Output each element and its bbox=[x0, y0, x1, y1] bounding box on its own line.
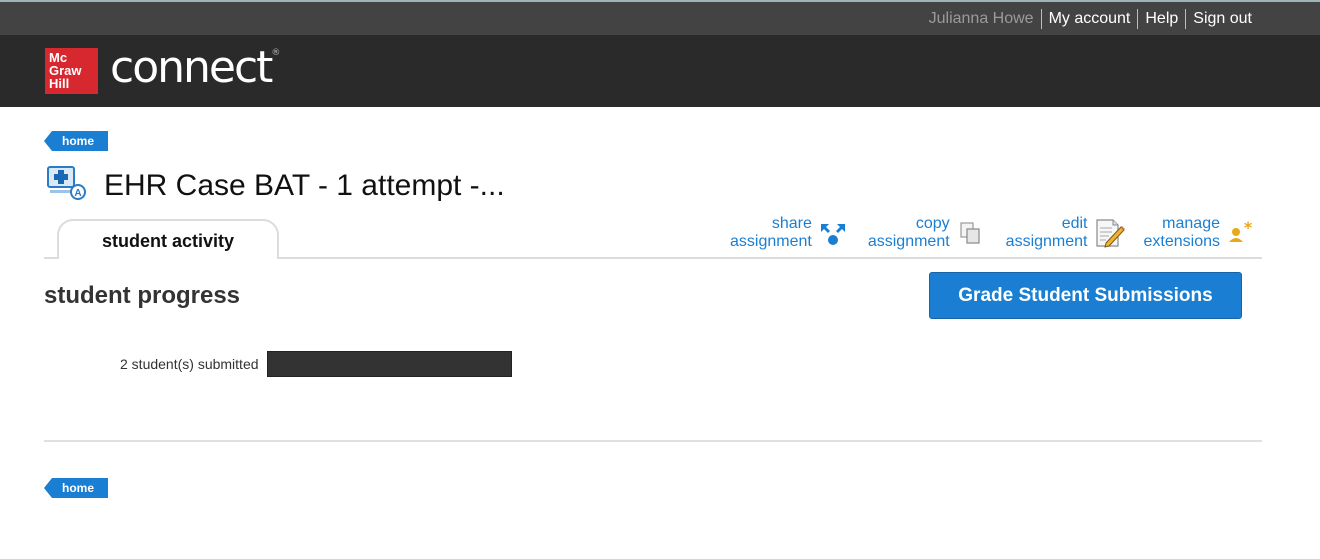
share-icon bbox=[816, 216, 850, 250]
assignment-actions: share assignment copy assignment edit assig… bbox=[712, 215, 1258, 251]
action-label: share bbox=[771, 215, 812, 232]
user-name: Julianna Howe bbox=[928, 10, 1034, 27]
home-label: home bbox=[52, 131, 109, 151]
action-label: edit bbox=[1061, 215, 1088, 232]
logo-line: Hill bbox=[49, 76, 70, 91]
divider bbox=[1137, 9, 1139, 29]
home-footer-link[interactable]: home bbox=[44, 478, 109, 498]
action-label: assignment bbox=[730, 233, 812, 250]
help-link[interactable]: Help bbox=[1145, 10, 1178, 28]
copy-icon bbox=[954, 216, 988, 250]
sign-out-link[interactable]: Sign out bbox=[1193, 10, 1252, 28]
tag-arrow-icon bbox=[44, 131, 52, 151]
connect-logo[interactable]: connect® bbox=[110, 42, 280, 93]
submitted-row: 2 student(s) submitted bbox=[120, 351, 512, 377]
divider bbox=[1185, 9, 1187, 29]
extensions-icon: * bbox=[1224, 216, 1258, 250]
copy-assignment-link[interactable]: copy assignment bbox=[868, 215, 988, 251]
registered-mark: ® bbox=[271, 48, 281, 58]
manage-extensions-link[interactable]: manage extensions * bbox=[1144, 215, 1259, 251]
action-label: manage bbox=[1162, 215, 1220, 232]
submitted-progress-bar[interactable] bbox=[266, 351, 512, 377]
home-label: home bbox=[52, 478, 109, 498]
edit-assignment-link[interactable]: edit assignment bbox=[1006, 215, 1126, 251]
edit-icon bbox=[1092, 216, 1126, 250]
section-divider bbox=[44, 440, 1262, 442]
tab-student-activity[interactable]: student activity bbox=[57, 219, 279, 259]
ehr-assignment-icon: A bbox=[46, 165, 88, 206]
utility-bar: Julianna Howe My account Help Sign out bbox=[0, 0, 1320, 35]
action-label: assignment bbox=[1005, 233, 1088, 250]
grade-student-submissions-button[interactable]: Grade Student Submissions bbox=[929, 272, 1242, 319]
page-title-row: A EHR Case BAT - 1 attempt -... bbox=[46, 165, 505, 206]
brand-bar: Mc Graw Hill connect® bbox=[0, 35, 1320, 107]
submitted-label: 2 student(s) submitted bbox=[120, 356, 259, 372]
action-label: extensions bbox=[1143, 233, 1221, 250]
my-account-link[interactable]: My account bbox=[1049, 10, 1131, 28]
tag-arrow-icon bbox=[44, 478, 52, 498]
svg-text:A: A bbox=[74, 188, 81, 199]
share-assignment-link[interactable]: share assignment bbox=[730, 215, 850, 251]
divider bbox=[1040, 9, 1042, 29]
page-title: EHR Case BAT - 1 attempt -... bbox=[104, 168, 505, 202]
action-label: assignment bbox=[867, 233, 950, 250]
product-name: connect bbox=[110, 42, 273, 93]
student-progress-heading: student progress bbox=[44, 282, 241, 309]
account-links: Julianna Howe My account Help Sign out bbox=[929, 9, 1252, 29]
action-label: copy bbox=[915, 215, 950, 232]
mcgraw-hill-logo[interactable]: Mc Graw Hill bbox=[45, 48, 98, 94]
home-breadcrumb[interactable]: home bbox=[44, 131, 109, 151]
svg-text:*: * bbox=[1244, 221, 1253, 237]
